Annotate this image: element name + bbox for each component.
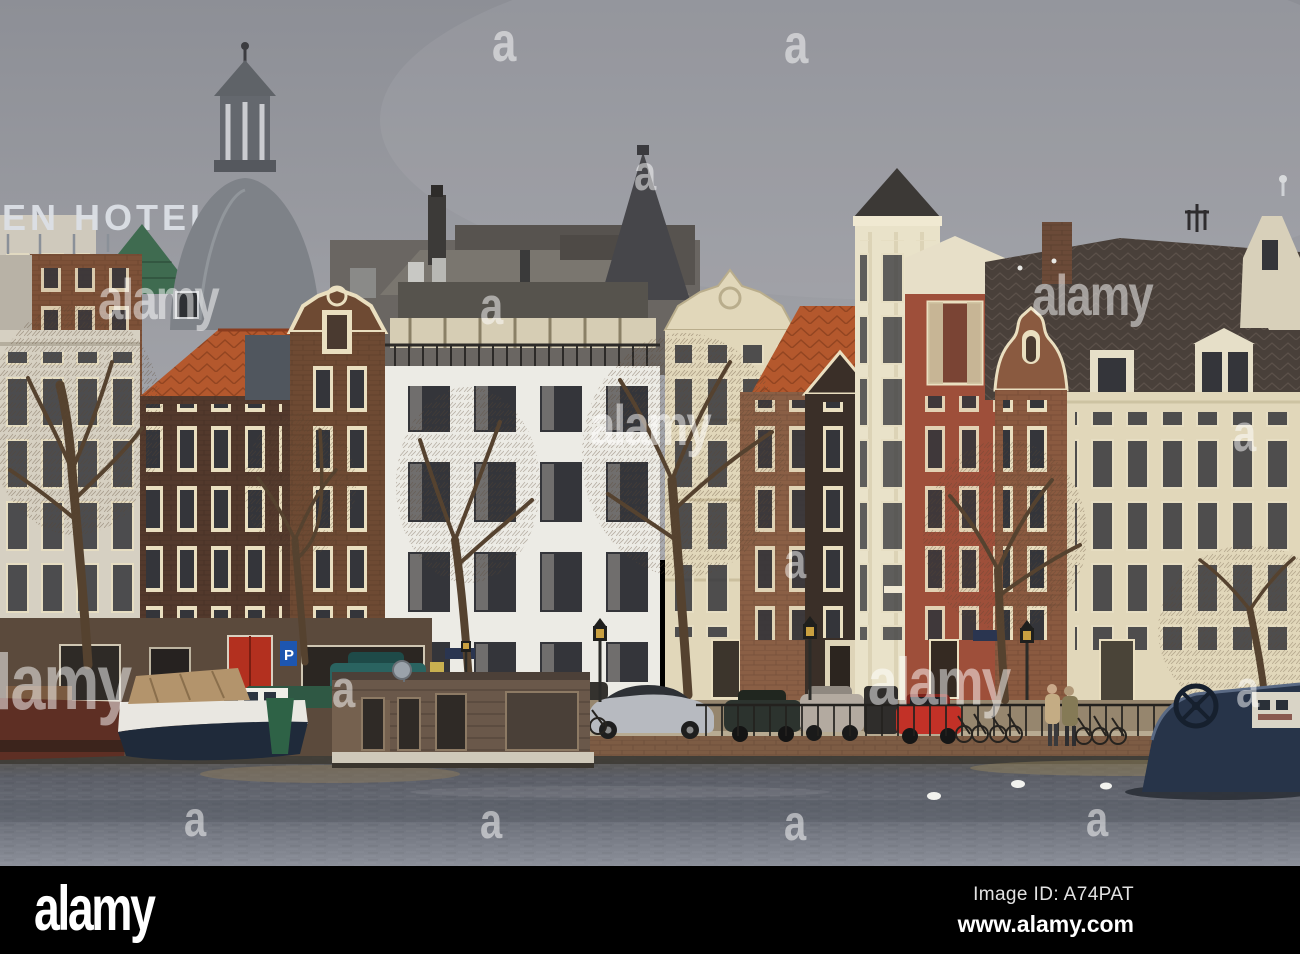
footer-bar: alamy Image ID: A74PAT www.alamy.com [0,866,1300,954]
svg-text:P: P [284,647,294,664]
houseboat [332,660,594,768]
image-id: Image ID: A74PAT [973,884,1134,905]
parking-sign: P [280,641,297,666]
stock-photo: EN HOTEL P a a a alamy a alamy alamy a a… [0,0,1300,954]
water [0,756,1300,866]
footer-info: Image ID: A74PAT www.alamy.com [958,884,1134,938]
photo-canal-scene: EN HOTEL P a a a alamy a alamy alamy a a… [0,0,1300,866]
alamy-url: www.alamy.com [957,911,1134,937]
hotel-sign: EN HOTEL [2,197,216,238]
dormer-window [1090,350,1134,396]
alamy-logo: alamy [34,873,156,944]
